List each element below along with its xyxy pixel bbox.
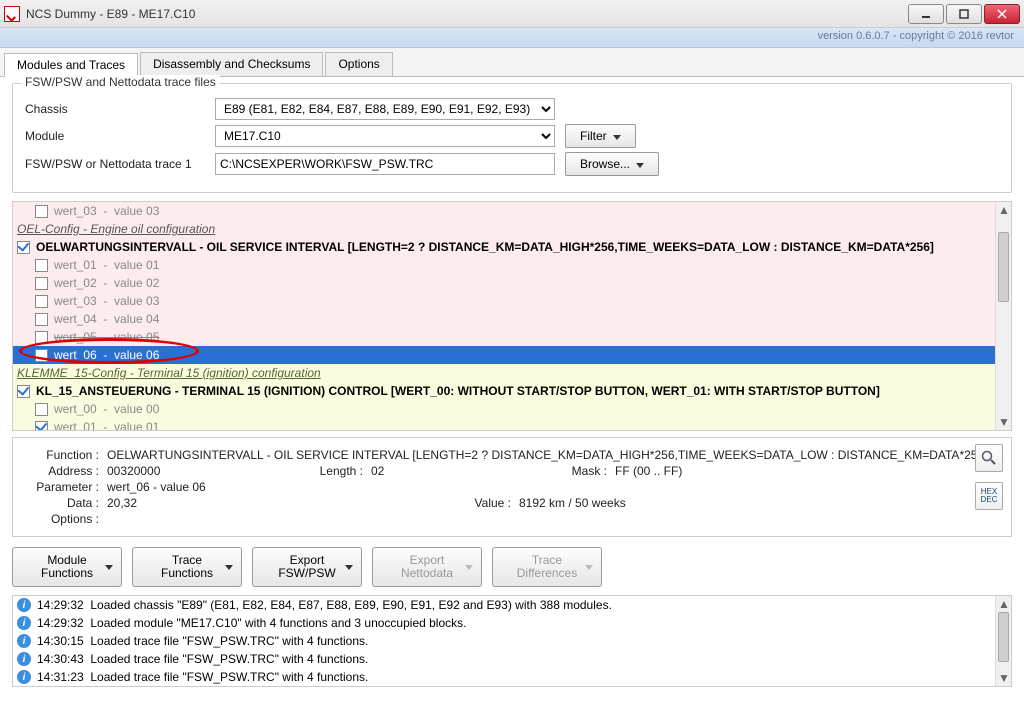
mask-label: Mask : xyxy=(531,464,607,478)
filter-button[interactable]: Filter xyxy=(565,124,636,148)
tree-value[interactable]: wert_01 - value 01 xyxy=(13,256,995,274)
checkbox[interactable] xyxy=(35,421,48,431)
value-value: 8192 km / 50 weeks xyxy=(519,496,626,510)
export-nettodata-button[interactable]: Export Nettodata xyxy=(372,547,482,587)
magnify-button[interactable] xyxy=(975,444,1003,472)
details-panel: Function : OELWARTUNGSINTERVALL - OIL SER… xyxy=(12,437,1012,537)
browse-button[interactable]: Browse... xyxy=(565,152,659,176)
checkbox[interactable] xyxy=(35,259,48,272)
close-button[interactable] xyxy=(984,4,1020,24)
maximize-button[interactable] xyxy=(946,4,982,24)
search-icon xyxy=(981,450,997,466)
tab-modules-traces[interactable]: Modules and Traces xyxy=(4,53,138,77)
tabstrip: Modules and Traces Disassembly and Check… xyxy=(0,48,1024,77)
group-legend: FSW/PSW and Nettodata trace files xyxy=(21,75,220,89)
info-icon: i xyxy=(17,598,31,612)
checkbox[interactable] xyxy=(35,313,48,326)
data-label: Data : xyxy=(23,496,99,510)
tree-value[interactable]: wert_06 - value 06 xyxy=(13,346,995,364)
checkbox[interactable] xyxy=(35,277,48,290)
function-value: OELWARTUNGSINTERVALL - OIL SERVICE INTER… xyxy=(107,448,987,462)
log-scrollbar[interactable]: ▲ ▼ xyxy=(995,596,1011,686)
tab-disassembly-checksums[interactable]: Disassembly and Checksums xyxy=(140,52,323,76)
tree-value[interactable]: wert_01 - value 01 xyxy=(13,418,995,430)
scroll-up-icon[interactable]: ▲ xyxy=(996,596,1012,612)
module-select[interactable]: ME17.C10 xyxy=(215,125,555,147)
scroll-down-icon[interactable]: ▼ xyxy=(996,414,1012,430)
tree-value[interactable]: wert_03 - value 03 xyxy=(13,202,995,220)
scroll-thumb[interactable] xyxy=(998,232,1009,302)
trace-label: FSW/PSW or Nettodata trace 1 xyxy=(25,157,215,171)
address-value: 00320000 xyxy=(107,464,287,478)
module-functions-button[interactable]: Module Functions xyxy=(12,547,122,587)
log-panel: i14:29:32 Loaded chassis "E89" (E81, E82… xyxy=(12,595,1012,687)
chassis-select[interactable]: E89 (E81, E82, E84, E87, E88, E89, E90, … xyxy=(215,98,555,120)
trace-functions-button[interactable]: Trace Functions xyxy=(132,547,242,587)
export-fsw-psw-button[interactable]: Export FSW/PSW xyxy=(252,547,362,587)
address-label: Address : xyxy=(23,464,99,478)
value-label: Value : xyxy=(435,496,511,510)
checkbox[interactable] xyxy=(35,205,48,218)
chassis-label: Chassis xyxy=(25,102,215,116)
data-value: 20,32 xyxy=(107,496,435,510)
log-line: i14:30:15 Loaded trace file "FSW_PSW.TRC… xyxy=(13,632,995,650)
window-title: NCS Dummy - E89 - ME17.C10 xyxy=(26,7,908,21)
checkbox[interactable] xyxy=(17,241,30,254)
hex-dec-button[interactable]: HEXDEC xyxy=(975,482,1003,510)
checkbox[interactable] xyxy=(35,331,48,344)
minimize-button[interactable] xyxy=(908,4,944,24)
action-button-row: Module Functions Trace Functions Export … xyxy=(12,547,1012,587)
tree-value[interactable]: wert_02 - value 02 xyxy=(13,274,995,292)
function-tree: wert_03 - value 03OEL-Config - Engine oi… xyxy=(12,201,1012,431)
mask-value: FF (00 .. FF) xyxy=(615,464,682,478)
trace-differences-button[interactable]: Trace Differences xyxy=(492,547,602,587)
length-value: 02 xyxy=(371,464,531,478)
log-line: i14:31:23 Loaded trace file "FSW_PSW.TRC… xyxy=(13,668,995,686)
trace-path-input[interactable] xyxy=(215,153,555,175)
trace-files-group: FSW/PSW and Nettodata trace files Chassi… xyxy=(12,83,1012,193)
checkbox[interactable] xyxy=(35,349,48,362)
log-line: i14:30:43 Loaded trace file "FSW_PSW.TRC… xyxy=(13,650,995,668)
checkbox[interactable] xyxy=(17,385,30,398)
log-line: i14:29:32 Loaded module "ME17.C10" with … xyxy=(13,614,995,632)
tree-function[interactable]: KL_15_ANSTEUERUNG - TERMINAL 15 (IGNITIO… xyxy=(13,382,995,400)
info-icon: i xyxy=(17,634,31,648)
tree-category: KLEMME_15-Config - Terminal 15 (ignition… xyxy=(13,364,995,382)
info-icon: i xyxy=(17,670,31,684)
info-icon: i xyxy=(17,652,31,666)
options-label: Options : xyxy=(23,512,99,526)
tree-value[interactable]: wert_04 - value 04 xyxy=(13,310,995,328)
scroll-thumb[interactable] xyxy=(998,612,1009,662)
scroll-down-icon[interactable]: ▼ xyxy=(996,670,1012,686)
scroll-up-icon[interactable]: ▲ xyxy=(996,202,1012,218)
parameter-value: wert_06 - value 06 xyxy=(107,480,206,494)
checkbox[interactable] xyxy=(35,403,48,416)
function-label: Function : xyxy=(23,448,99,462)
module-label: Module xyxy=(25,129,215,143)
tree-category: OEL-Config - Engine oil configuration xyxy=(13,220,995,238)
app-icon xyxy=(4,6,20,22)
tree-function[interactable]: OELWARTUNGSINTERVALL - OIL SERVICE INTER… xyxy=(13,238,995,256)
checkbox[interactable] xyxy=(35,295,48,308)
titlebar: NCS Dummy - E89 - ME17.C10 xyxy=(0,0,1024,28)
tree-value[interactable]: wert_05 - value 05 xyxy=(13,328,995,346)
info-icon: i xyxy=(17,616,31,630)
tree-value[interactable]: wert_03 - value 03 xyxy=(13,292,995,310)
version-bar: version 0.6.0.7 - copyright © 2016 revto… xyxy=(0,28,1024,48)
parameter-label: Parameter : xyxy=(23,480,99,494)
tree-value[interactable]: wert_00 - value 00 xyxy=(13,400,995,418)
tree-scrollbar[interactable]: ▲ ▼ xyxy=(995,202,1011,430)
length-label: Length : xyxy=(287,464,363,478)
log-line: i14:29:32 Loaded chassis "E89" (E81, E82… xyxy=(13,596,995,614)
tab-options[interactable]: Options xyxy=(325,52,392,76)
